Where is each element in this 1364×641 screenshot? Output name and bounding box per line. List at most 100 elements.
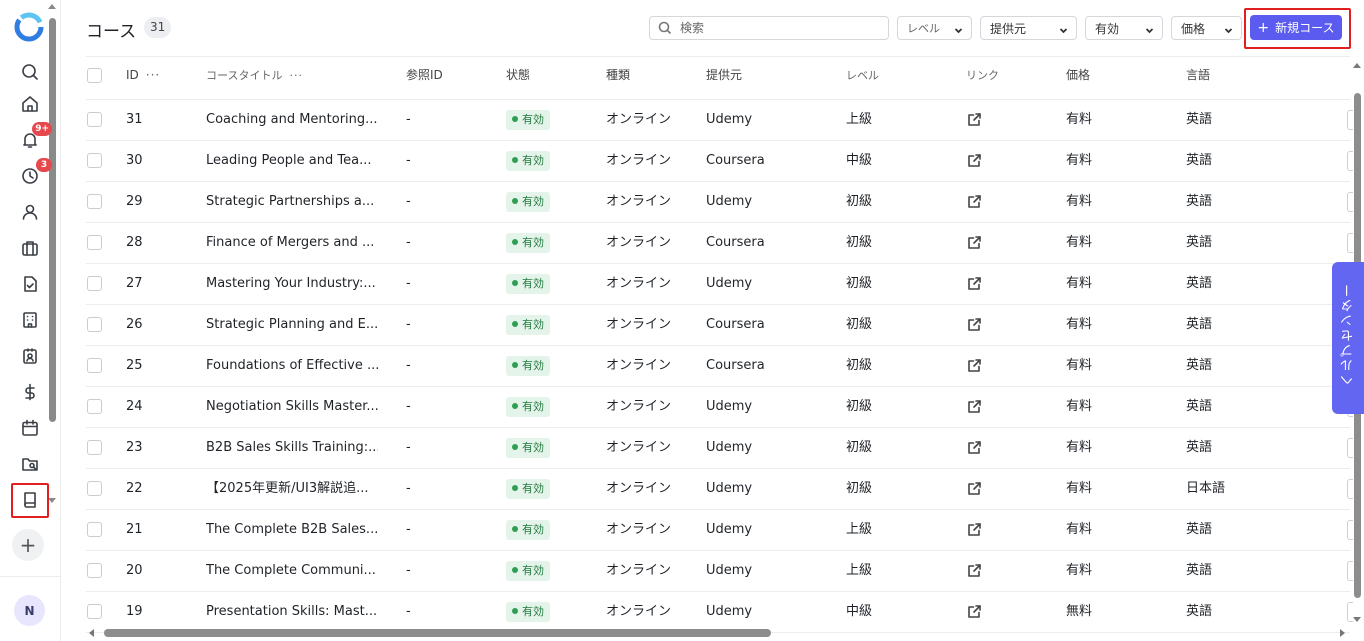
briefcase-icon[interactable] xyxy=(18,236,42,260)
table-row[interactable]: 29 Strategic Partnerships a... - オンライン Udemy… xyxy=(86,182,1353,223)
external-link-icon[interactable] xyxy=(966,603,983,620)
external-link-icon[interactable] xyxy=(966,439,983,456)
external-link-icon[interactable] xyxy=(966,152,983,169)
table-scroll-left-arrow[interactable] xyxy=(89,629,94,637)
external-link-icon[interactable] xyxy=(966,234,983,251)
table-scroll-right-arrow[interactable] xyxy=(1340,629,1345,637)
row-checkbox[interactable] xyxy=(87,522,102,537)
table-row[interactable]: 20 The Complete Communi... - オンライン Udemy 上級 有料… xyxy=(86,551,1353,592)
user-avatar[interactable]: N xyxy=(14,595,45,626)
cell-title[interactable]: Finance of Mergers and ... xyxy=(206,223,378,263)
table-row[interactable]: 31 Coaching and Mentoring... - オンライン Udemy 上級… xyxy=(86,100,1353,141)
external-link-icon[interactable] xyxy=(966,357,983,374)
row-checkbox[interactable] xyxy=(87,153,102,168)
row-action-edge[interactable] xyxy=(1347,233,1353,253)
id-badge-icon[interactable] xyxy=(18,344,42,368)
column-header-link[interactable]: リンク xyxy=(966,57,999,99)
help-center-tab[interactable]: ヘルプセンター xyxy=(1332,262,1364,414)
select-all-checkbox[interactable] xyxy=(87,68,102,83)
new-course-button[interactable]: + 新規コース xyxy=(1250,15,1342,40)
cell-title[interactable]: The Complete B2B Sales... xyxy=(206,510,378,550)
column-header-status[interactable]: 状態 xyxy=(506,57,530,99)
row-checkbox[interactable] xyxy=(87,481,102,496)
column-header-provider[interactable]: 提供元 xyxy=(706,57,742,99)
search-field[interactable] xyxy=(649,16,889,40)
user-icon[interactable] xyxy=(18,200,42,224)
column-header-level[interactable]: レベル xyxy=(846,57,879,99)
table-scroll-up-arrow[interactable] xyxy=(1353,63,1361,68)
building-icon[interactable] xyxy=(18,308,42,332)
table-row[interactable]: 21 The Complete B2B Sales... - オンライン Udemy 上級… xyxy=(86,510,1353,551)
column-menu-icon[interactable]: ··· xyxy=(289,69,303,82)
column-header-id[interactable]: ID ··· xyxy=(126,57,160,99)
column-header-ref-id[interactable]: 参照ID xyxy=(406,57,443,99)
row-checkbox[interactable] xyxy=(87,358,102,373)
row-checkbox[interactable] xyxy=(87,604,102,619)
column-header-title[interactable]: コースタイトル ··· xyxy=(206,57,303,99)
external-link-icon[interactable] xyxy=(966,562,983,579)
status-filter-select[interactable]: 有効 xyxy=(1085,16,1163,40)
row-checkbox[interactable] xyxy=(87,399,102,414)
cell-title[interactable]: Strategic Planning and E... xyxy=(206,305,378,345)
table-row[interactable]: 27 Mastering Your Industry:... - オンライン Udemy… xyxy=(86,264,1353,305)
provider-filter-select[interactable]: 提供元 xyxy=(980,16,1077,40)
table-horizontal-scrollbar[interactable] xyxy=(104,629,771,637)
external-link-icon[interactable] xyxy=(966,275,983,292)
cell-title[interactable]: B2B Sales Skills Training:... xyxy=(206,428,378,468)
row-checkbox[interactable] xyxy=(87,112,102,127)
row-action-edge[interactable] xyxy=(1347,479,1353,499)
cell-title[interactable]: Leading People and Tea... xyxy=(206,141,378,181)
row-checkbox[interactable] xyxy=(87,317,102,332)
dollar-icon[interactable] xyxy=(18,380,42,404)
column-menu-icon[interactable]: ··· xyxy=(146,68,160,82)
app-logo-icon[interactable] xyxy=(12,10,46,44)
row-action-edge[interactable] xyxy=(1347,561,1353,581)
row-checkbox[interactable] xyxy=(87,563,102,578)
search-icon[interactable] xyxy=(18,60,42,84)
table-scroll-down-arrow[interactable] xyxy=(1353,617,1361,622)
column-header-language[interactable]: 言語 xyxy=(1186,57,1210,99)
table-row[interactable]: 22 【2025年更新/UI3解説追... - オンライン Udemy 初級 有料 日本語 有効 xyxy=(86,469,1353,510)
bell-icon[interactable]: 9+ xyxy=(18,122,52,152)
row-checkbox[interactable] xyxy=(87,440,102,455)
sidebar-scroll-down-arrow[interactable] xyxy=(48,498,56,503)
row-action-edge[interactable] xyxy=(1347,151,1353,171)
external-link-icon[interactable] xyxy=(966,316,983,333)
row-checkbox[interactable] xyxy=(87,276,102,291)
row-action-edge[interactable] xyxy=(1347,110,1353,130)
book-icon[interactable] xyxy=(18,488,42,512)
row-action-edge[interactable] xyxy=(1347,520,1353,540)
external-link-icon[interactable] xyxy=(966,480,983,497)
home-icon[interactable] xyxy=(18,92,42,116)
table-row[interactable]: 30 Leading People and Tea... - オンライン Courser… xyxy=(86,141,1353,182)
cell-title[interactable]: 【2025年更新/UI3解説追... xyxy=(206,469,378,509)
external-link-icon[interactable] xyxy=(966,398,983,415)
row-checkbox[interactable] xyxy=(87,235,102,250)
column-header-type[interactable]: 種類 xyxy=(606,57,630,99)
table-row[interactable]: 25 Foundations of Effective ... - オンライン Cour… xyxy=(86,346,1353,387)
search-input[interactable] xyxy=(680,21,880,35)
sidebar-scrollbar[interactable] xyxy=(49,18,56,422)
cell-title[interactable]: Negotiation Skills Master... xyxy=(206,387,378,427)
cell-title[interactable]: Coaching and Mentoring... xyxy=(206,100,378,140)
price-filter-select[interactable]: 価格 xyxy=(1171,16,1242,40)
row-action-edge[interactable] xyxy=(1347,192,1353,212)
level-filter-select[interactable]: レベル xyxy=(897,16,972,40)
cell-title[interactable]: Foundations of Effective ... xyxy=(206,346,378,386)
table-row[interactable]: 26 Strategic Planning and E... - オンライン Cours… xyxy=(86,305,1353,346)
row-checkbox[interactable] xyxy=(87,194,102,209)
clock-icon[interactable]: 3 xyxy=(18,158,52,188)
calendar-icon[interactable] xyxy=(18,416,42,440)
external-link-icon[interactable] xyxy=(966,193,983,210)
cell-title[interactable]: The Complete Communi... xyxy=(206,551,378,591)
external-link-icon[interactable] xyxy=(966,111,983,128)
document-check-icon[interactable] xyxy=(18,272,42,296)
table-row[interactable]: 19 Presentation Skills: Mast... - オンライン Udem… xyxy=(86,592,1353,633)
folder-search-icon[interactable] xyxy=(18,452,42,476)
table-row[interactable]: 28 Finance of Mergers and ... - オンライン Course… xyxy=(86,223,1353,264)
cell-title[interactable]: Strategic Partnerships a... xyxy=(206,182,378,222)
table-row[interactable]: 24 Negotiation Skills Master... - オンライン Udem… xyxy=(86,387,1353,428)
external-link-icon[interactable] xyxy=(966,521,983,538)
row-action-edge[interactable] xyxy=(1347,438,1353,458)
cell-title[interactable]: Presentation Skills: Mast... xyxy=(206,592,378,632)
